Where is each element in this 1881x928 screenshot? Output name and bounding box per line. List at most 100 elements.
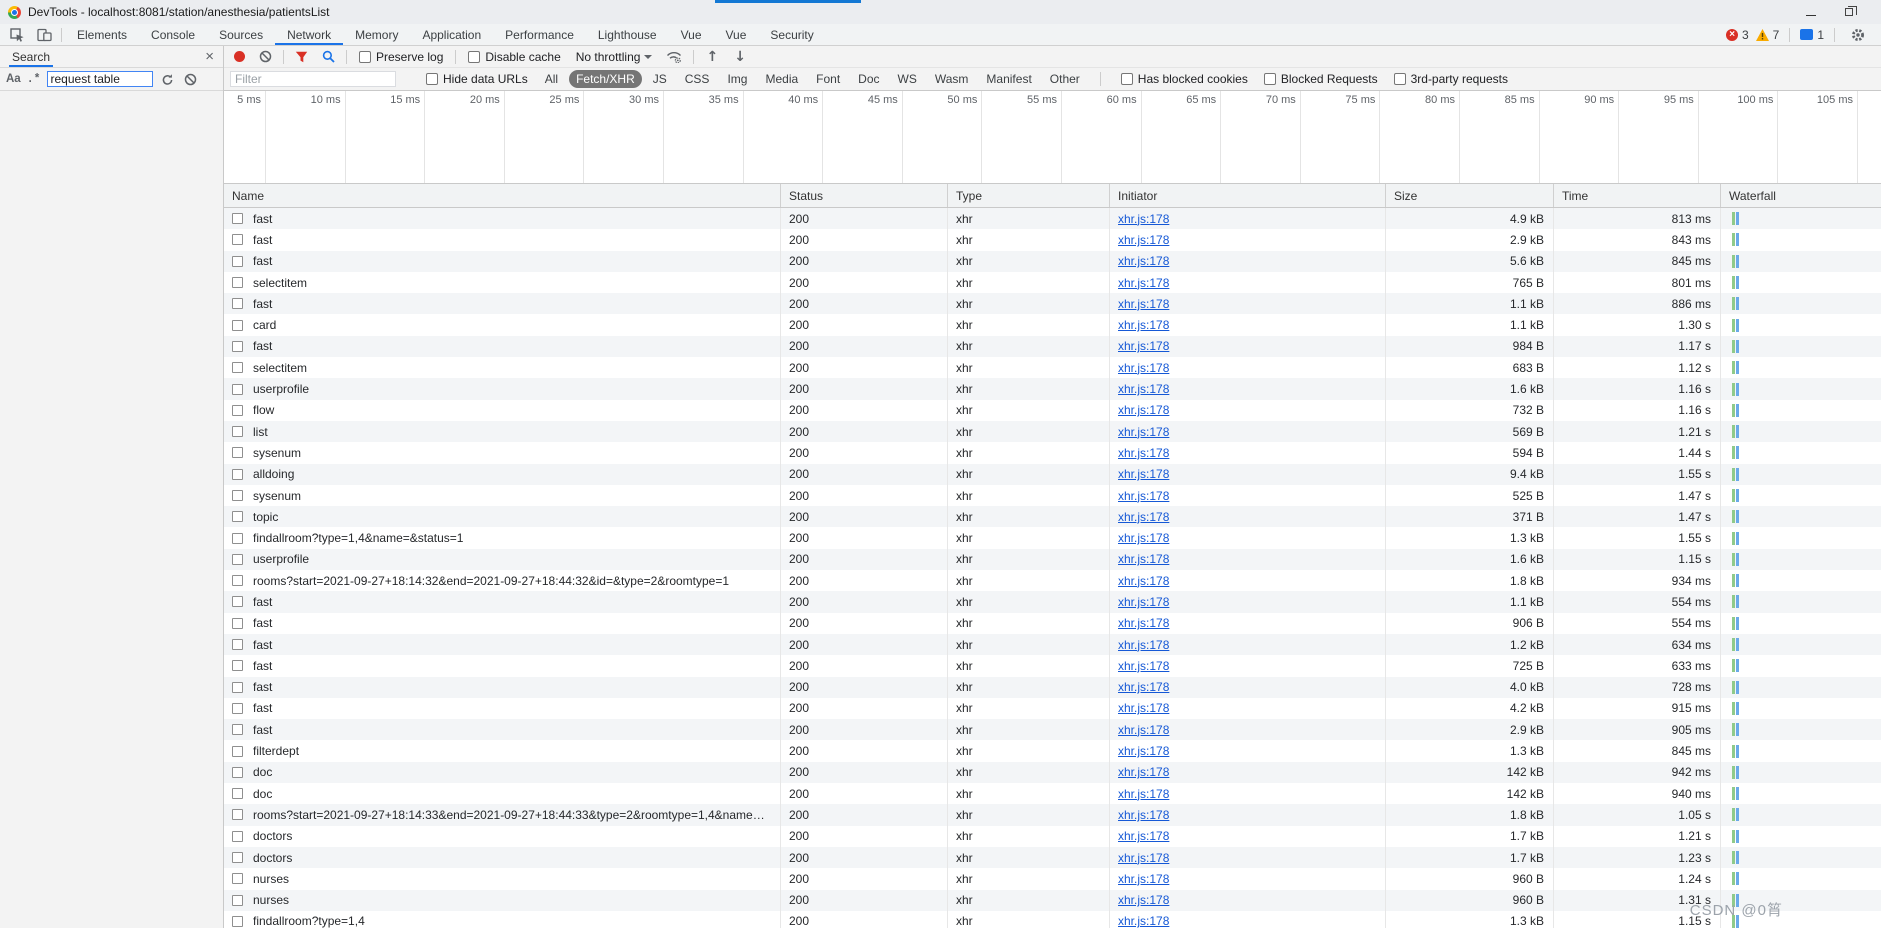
- row-checkbox[interactable]: [232, 895, 243, 906]
- table-row[interactable]: fast200xhrxhr.js:1781.2 kB634 ms: [224, 634, 1881, 655]
- column-header-name[interactable]: Name: [224, 184, 781, 207]
- filter-pill-js[interactable]: JS: [646, 70, 674, 88]
- initiator-link[interactable]: xhr.js:178: [1118, 361, 1169, 375]
- cell-name[interactable]: sysenum: [224, 442, 781, 463]
- table-row[interactable]: fast200xhrxhr.js:1782.9 kB843 ms: [224, 229, 1881, 250]
- initiator-link[interactable]: xhr.js:178: [1118, 659, 1169, 673]
- filter-pill-img[interactable]: Img: [720, 70, 754, 88]
- cell-name[interactable]: flow: [224, 400, 781, 421]
- row-checkbox[interactable]: [232, 554, 243, 565]
- table-row[interactable]: doctors200xhrxhr.js:1781.7 kB1.23 s: [224, 847, 1881, 868]
- filter-pill-wasm[interactable]: Wasm: [928, 70, 976, 88]
- table-row[interactable]: list200xhrxhr.js:178569 B1.21 s: [224, 421, 1881, 442]
- tab-vue-2[interactable]: Vue: [714, 24, 759, 45]
- row-checkbox[interactable]: [232, 916, 243, 927]
- initiator-link[interactable]: xhr.js:178: [1118, 616, 1169, 630]
- row-checkbox[interactable]: [232, 426, 243, 437]
- 3rd-party-requests-checkbox[interactable]: 3rd-party requests: [1394, 72, 1508, 86]
- table-row[interactable]: topic200xhrxhr.js:178371 B1.47 s: [224, 506, 1881, 527]
- settings-gear-icon[interactable]: [1845, 28, 1871, 42]
- initiator-link[interactable]: xhr.js:178: [1118, 829, 1169, 843]
- table-row[interactable]: filterdept200xhrxhr.js:1781.3 kB845 ms: [224, 740, 1881, 761]
- table-row[interactable]: fast200xhrxhr.js:178984 B1.17 s: [224, 336, 1881, 357]
- cell-name[interactable]: userprofile: [224, 378, 781, 399]
- column-header-waterfall[interactable]: Waterfall: [1721, 184, 1881, 207]
- filter-pill-other[interactable]: Other: [1043, 70, 1087, 88]
- export-har-icon[interactable]: ↓: [727, 49, 753, 65]
- table-row[interactable]: fast200xhrxhr.js:1781.1 kB886 ms: [224, 293, 1881, 314]
- table-row[interactable]: fast200xhrxhr.js:1784.9 kB813 ms: [224, 208, 1881, 229]
- row-checkbox[interactable]: [232, 596, 243, 607]
- tab-elements[interactable]: Elements: [65, 24, 139, 45]
- console-errors-badge[interactable]: 3: [1726, 28, 1749, 42]
- cell-name[interactable]: selectitem: [224, 272, 781, 293]
- column-header-time[interactable]: Time: [1554, 184, 1721, 207]
- cell-name[interactable]: fast: [224, 677, 781, 698]
- import-har-icon[interactable]: ↑: [699, 49, 725, 65]
- initiator-link[interactable]: xhr.js:178: [1118, 212, 1169, 226]
- row-checkbox[interactable]: [232, 873, 243, 884]
- cell-name[interactable]: list: [224, 421, 781, 442]
- initiator-link[interactable]: xhr.js:178: [1118, 339, 1169, 353]
- tab-security[interactable]: Security: [758, 24, 825, 45]
- hide-data-urls-checkbox[interactable]: Hide data URLs: [426, 72, 528, 86]
- table-row[interactable]: rooms?start=2021-09-27+18:14:32&end=2021…: [224, 570, 1881, 591]
- initiator-link[interactable]: xhr.js:178: [1118, 574, 1169, 588]
- tab-memory[interactable]: Memory: [343, 24, 410, 45]
- cell-name[interactable]: findallroom?type=1,4: [224, 911, 781, 928]
- cell-name[interactable]: rooms?start=2021-09-27+18:14:33&end=2021…: [224, 804, 781, 825]
- table-row[interactable]: selectitem200xhrxhr.js:178765 B801 ms: [224, 272, 1881, 293]
- row-checkbox[interactable]: [232, 639, 243, 650]
- row-checkbox[interactable]: [232, 384, 243, 395]
- initiator-link[interactable]: xhr.js:178: [1118, 403, 1169, 417]
- row-checkbox[interactable]: [232, 277, 243, 288]
- row-checkbox[interactable]: [232, 341, 243, 352]
- row-checkbox[interactable]: [232, 618, 243, 629]
- row-checkbox[interactable]: [232, 447, 243, 458]
- tab-console[interactable]: Console: [139, 24, 207, 45]
- table-row[interactable]: findallroom?type=1,4200xhrxhr.js:1781.3 …: [224, 911, 1881, 928]
- cell-name[interactable]: filterdept: [224, 740, 781, 761]
- disable-cache-checkbox[interactable]: Disable cache: [468, 50, 560, 64]
- refresh-icon[interactable]: [159, 73, 176, 86]
- table-row[interactable]: fast200xhrxhr.js:178906 B554 ms: [224, 613, 1881, 634]
- cell-name[interactable]: alldoing: [224, 464, 781, 485]
- row-checkbox[interactable]: [232, 767, 243, 778]
- cell-name[interactable]: doctors: [224, 847, 781, 868]
- cell-name[interactable]: nurses: [224, 868, 781, 889]
- filter-icon[interactable]: [289, 51, 314, 63]
- table-row[interactable]: card200xhrxhr.js:1781.1 kB1.30 s: [224, 314, 1881, 335]
- cell-name[interactable]: topic: [224, 506, 781, 527]
- minimize-button[interactable]: [1805, 6, 1817, 18]
- issues-badge[interactable]: 1: [1800, 28, 1824, 42]
- row-checkbox[interactable]: [232, 511, 243, 522]
- initiator-link[interactable]: xhr.js:178: [1118, 382, 1169, 396]
- initiator-link[interactable]: xhr.js:178: [1118, 872, 1169, 886]
- initiator-link[interactable]: xhr.js:178: [1118, 765, 1169, 779]
- table-row[interactable]: fast200xhrxhr.js:1784.2 kB915 ms: [224, 698, 1881, 719]
- filter-pill-ws[interactable]: WS: [891, 70, 924, 88]
- initiator-link[interactable]: xhr.js:178: [1118, 723, 1169, 737]
- table-row[interactable]: fast200xhrxhr.js:1782.9 kB905 ms: [224, 719, 1881, 740]
- row-checkbox[interactable]: [232, 533, 243, 544]
- initiator-link[interactable]: xhr.js:178: [1118, 595, 1169, 609]
- initiator-link[interactable]: xhr.js:178: [1118, 531, 1169, 545]
- filter-pill-doc[interactable]: Doc: [851, 70, 886, 88]
- initiator-link[interactable]: xhr.js:178: [1118, 489, 1169, 503]
- filter-pill-media[interactable]: Media: [758, 70, 805, 88]
- cell-name[interactable]: sysenum: [224, 485, 781, 506]
- search-pane-tab[interactable]: Search: [9, 46, 53, 67]
- row-checkbox[interactable]: [232, 703, 243, 714]
- preserve-log-checkbox[interactable]: Preserve log: [359, 50, 443, 64]
- initiator-link[interactable]: xhr.js:178: [1118, 808, 1169, 822]
- initiator-link[interactable]: xhr.js:178: [1118, 914, 1169, 928]
- network-conditions-icon[interactable]: [660, 51, 688, 63]
- row-checkbox[interactable]: [232, 660, 243, 671]
- row-checkbox[interactable]: [232, 788, 243, 799]
- device-toolbar-icon[interactable]: [31, 24, 58, 45]
- network-overview-strip[interactable]: 5 ms10 ms15 ms20 ms25 ms30 ms35 ms40 ms4…: [224, 91, 1881, 184]
- column-header-type[interactable]: Type: [948, 184, 1110, 207]
- inspect-element-icon[interactable]: [4, 24, 31, 45]
- row-checkbox[interactable]: [232, 490, 243, 501]
- initiator-link[interactable]: xhr.js:178: [1118, 297, 1169, 311]
